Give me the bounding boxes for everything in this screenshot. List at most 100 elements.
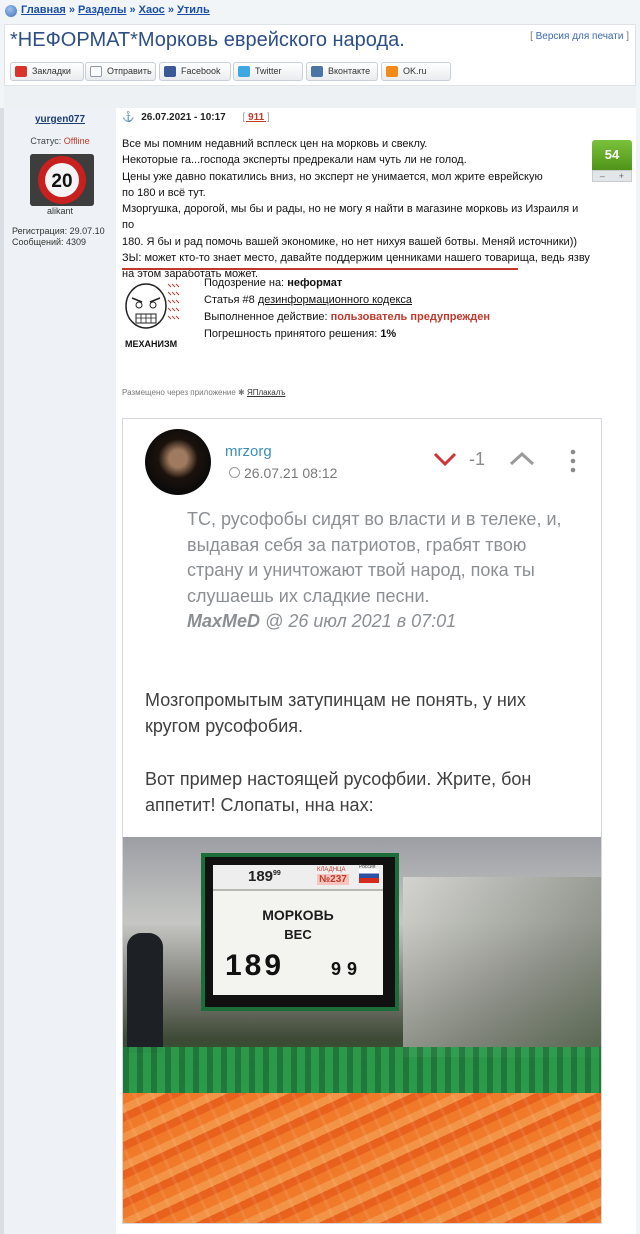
share-vk-button[interactable]: Вконтакте [306,62,378,81]
breadcrumb-util[interactable]: Утиль [177,4,210,16]
suspicion-value: неформат [287,277,343,289]
breadcrumb-separator: » [129,4,136,16]
store-shelves [403,877,601,1057]
vote-down-button[interactable]: – [600,171,605,181]
price-tag-small-cents: 99 [273,870,281,877]
share-send-button[interactable]: Отправить [85,62,156,81]
breadcrumb-home[interactable]: Главная [21,4,66,16]
twitter-icon [238,66,250,77]
quoted-text: ТС, русофобы сидят во власти и в телеке,… [187,509,562,606]
post-line: ЗЫ: может кто-то знает место, давайте по… [122,252,590,265]
reply-text: Вот пример настоящей русофбии. Жрите, бо… [145,769,532,815]
post-line: 180. Я бы и рад помочь вашей экономике, … [122,235,578,248]
user-status: Статус: Offline [4,136,116,146]
user-info-column: yurgen077 Статус: Offline 20 alikant Рег… [4,108,116,1234]
status-value: Offline [63,136,90,146]
post-line: Некоторые га...господа эксперты предрека… [122,154,467,167]
page-title: *НЕФОРМАТ*Морковь еврейского народа. [10,29,405,51]
embedded-screenshot[interactable]: mrzorg 26.07.21 08:12 -1 ТС, русофобы си… [122,418,602,1224]
price-tag-country: Россия [359,864,376,870]
comment-score: -1 [469,449,486,469]
russia-flag-icon [359,869,379,883]
commenter-name: mrzorg [225,443,272,460]
post-meta: ⚓ 26.07.2021 - 10:17 [ 911 ] [122,112,270,123]
quoted-comment: ТС, русофобы сидят во власти и в телеке,… [187,507,583,635]
username-link[interactable]: yurgen077 [4,114,116,125]
action-value: пользователь предупрежден [330,311,490,323]
carrots-pile [123,1093,601,1223]
price-tag-small-price: 18999 [248,868,281,885]
quote-author: MaxMeD [187,611,261,631]
breadcrumb-sections[interactable]: Разделы [78,4,126,16]
posted-via-label: Размещено через приложение [122,388,236,397]
article-link[interactable]: дезинформационного кодекса [258,294,412,306]
vk-icon [311,66,323,77]
post-line: Мзоргушка, дорогой, мы бы и рады, но не … [122,203,579,232]
post-line: Все мы помним недавний всплеск цен на мо… [122,138,428,150]
facebook-icon [164,66,176,77]
print-version-link[interactable]: Версия для печати [536,31,624,42]
price-tag-unit: ВЕС [284,927,312,942]
moderation-divider [122,268,518,270]
share-twitter-button[interactable]: Twitter [233,62,303,81]
comment-date: 26.07.21 08:12 [229,465,337,481]
error-label: Погрешность принятого решения: [204,328,378,340]
article-label: Статья #8 [204,294,255,306]
share-label: Вконтакте [328,66,371,76]
price-tag-shelf-label: КЛАДНЦА [317,867,346,873]
post-line: Цены уже давно покатились вниз, но экспе… [122,170,543,183]
avatar-sign-number: 20 [51,171,72,192]
price-tag-big-price: 189 [225,949,285,982]
price-tag: 18999 КЛАДНЦА №237 Россия МОРКОВЬ ВЕС 18… [213,864,383,995]
chevron-down-icon [433,452,457,467]
action-label: Выполненное действие: [204,311,328,323]
topic-header: *НЕФОРМАТ*Морковь еврейского народа. [ В… [4,24,636,86]
app-link[interactable]: ЯПлакалъ [247,388,285,397]
share-facebook-button[interactable]: Facebook [159,62,231,81]
share-ok-button[interactable]: OK.ru [381,62,451,81]
error-value: 1% [380,328,397,340]
user-stats: Регистрация: 29.07.10 Сообщений: 4309 [12,226,105,248]
avatar[interactable]: 20 [30,154,94,206]
chevron-up-icon [509,451,535,466]
shopper-silhouette [127,933,163,1053]
breadcrumb: Главная » Разделы » Хаос » Утиль [0,0,640,24]
print-version: [ Версия для печати ] [530,31,629,42]
price-tag-big-cents: 99 [331,959,364,979]
share-bookmarks-button[interactable]: Закладки [10,62,84,81]
rating-widget: 54 – + [592,140,632,184]
comment-count-link[interactable]: 911 [248,112,264,123]
post-line: по 180 и всё тут. [122,186,206,199]
app-icon: ✱ [238,388,245,397]
reply-text: Мозгопромытым затупинцам не понять, у ни… [145,690,526,736]
share-label: Facebook [181,66,221,76]
comment-date-text: 26.07.21 08:12 [244,465,338,481]
mail-icon [90,66,102,77]
speed-limit-sign-image: 20 [30,154,94,206]
breadcrumb-chaos[interactable]: Хаос [139,4,165,16]
suspicion-label: Подозрение на: [204,277,285,289]
ok-icon [386,66,398,77]
status-label: Статус: [30,136,62,146]
quote-date: @ 26 июл 2021 в 07:01 [265,611,457,631]
user-messages: Сообщений: 4309 [12,237,87,247]
breadcrumb-separator: » [167,4,174,16]
share-label: Закладки [32,66,71,76]
posted-via: Размещено через приложение ✱ ЯПлакалъ [122,388,285,397]
price-tag-top [213,865,383,891]
price-tag-small-price-value: 189 [248,868,274,885]
home-icon[interactable] [5,5,17,17]
mechanism-label: МЕХАНИЗМ [125,339,178,349]
more-options-icon [570,449,576,473]
post-body: Все мы помним недавний всплеск цен на мо… [122,136,590,283]
user-location: alikant [46,206,73,216]
anchor-icon[interactable]: ⚓ [122,112,134,123]
clock-icon [229,467,240,478]
post-date: 26.07.2021 - 10:17 [141,112,226,123]
yaplakal-icon [15,66,27,77]
price-tag-shelf-number: №237 [317,874,349,885]
price-tag-product-name: МОРКОВЬ [262,907,334,923]
breadcrumb-separator: » [68,4,75,16]
rating-value: 54 [592,140,632,170]
vote-up-button[interactable]: + [619,171,624,181]
